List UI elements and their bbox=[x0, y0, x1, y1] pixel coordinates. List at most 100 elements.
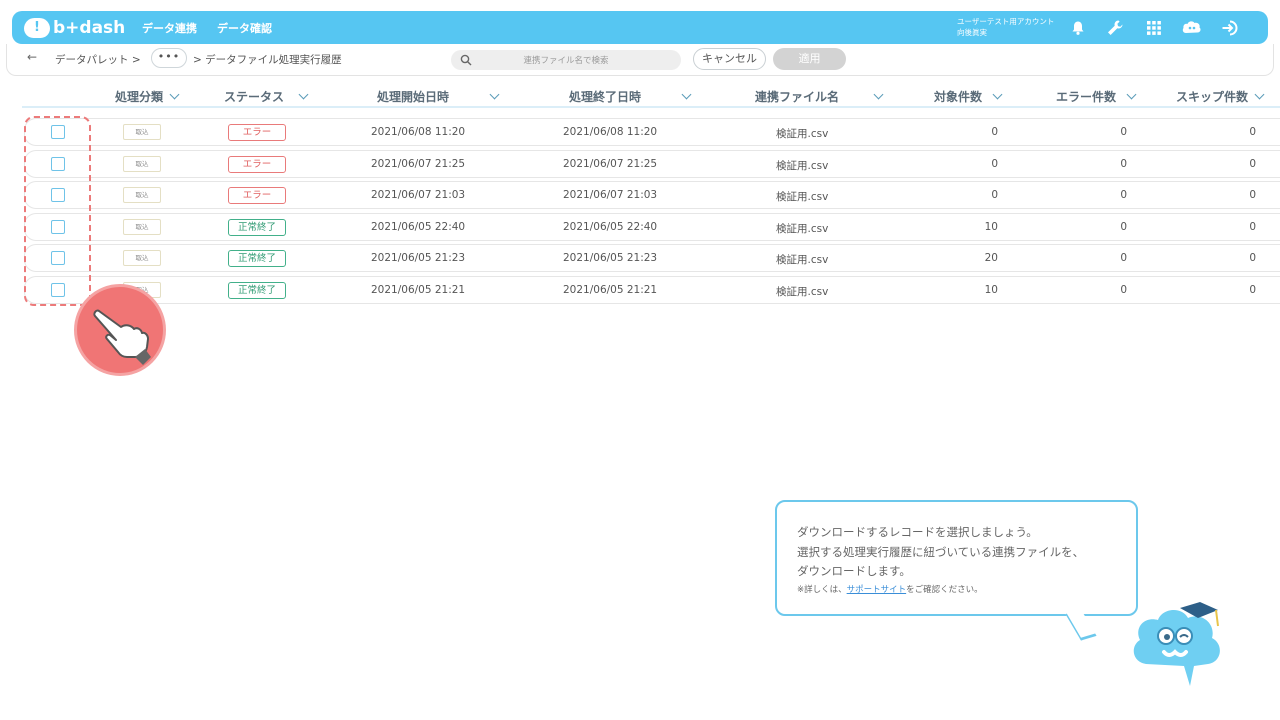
status-badge: 正常終了 bbox=[228, 282, 286, 299]
start-time: 2021/06/05 22:40 bbox=[371, 221, 466, 233]
back-arrow-icon[interactable]: ← bbox=[27, 50, 37, 64]
column-header-target-count[interactable]: 対象件数 bbox=[934, 88, 1003, 105]
logout-icon[interactable] bbox=[1218, 16, 1242, 40]
status-badge: エラー bbox=[228, 124, 286, 141]
file-name: 検証用.csv bbox=[776, 286, 829, 298]
column-header-start-time[interactable]: 処理開始日時 bbox=[377, 88, 500, 105]
chevron-down-icon bbox=[873, 89, 884, 100]
nav-data-check[interactable]: データ確認 bbox=[217, 20, 272, 36]
end-time: 2021/06/07 21:03 bbox=[563, 189, 658, 201]
chevron-down-icon bbox=[298, 89, 309, 100]
mascot-icon[interactable] bbox=[1180, 16, 1204, 40]
table-row[interactable]: 取込 エラー 2021/06/07 21:25 2021/06/07 21:25… bbox=[24, 150, 1280, 178]
target-count: 0 bbox=[991, 189, 998, 201]
column-header-file-name[interactable]: 連携ファイル名 bbox=[755, 88, 884, 105]
error-count: 0 bbox=[1120, 221, 1127, 233]
breadcrumb-current-page: > データファイル処理実行履歴 bbox=[193, 54, 342, 66]
table-row[interactable]: 取込 正常終了 2021/06/05 21:21 2021/06/05 21:2… bbox=[24, 276, 1280, 304]
logo-text: b+dash bbox=[53, 17, 126, 38]
breadcrumb-data-palette[interactable]: データパレット > bbox=[55, 52, 141, 67]
file-name: 検証用.csv bbox=[776, 254, 829, 266]
wrench-icon[interactable] bbox=[1103, 16, 1127, 40]
column-header-status[interactable]: ステータス bbox=[224, 88, 309, 105]
grid-icon[interactable] bbox=[1142, 16, 1166, 40]
file-name: 検証用.csv bbox=[776, 128, 829, 140]
status-badge: エラー bbox=[228, 187, 286, 204]
support-site-link[interactable]: サポートサイト bbox=[847, 585, 907, 595]
skip-count: 0 bbox=[1249, 221, 1256, 233]
error-count: 0 bbox=[1120, 284, 1127, 296]
app-logo[interactable]: ! b+dash bbox=[24, 17, 128, 38]
start-time: 2021/06/08 11:20 bbox=[371, 126, 466, 138]
target-count: 20 bbox=[984, 252, 998, 264]
start-time: 2021/06/05 21:23 bbox=[371, 252, 466, 264]
tooltip-line-2: 選択する処理実行履歴に紐づいている連携ファイルを、 bbox=[797, 544, 1085, 559]
status-badge: 正常終了 bbox=[228, 250, 286, 267]
error-count: 0 bbox=[1120, 126, 1127, 138]
checkbox-column-highlight bbox=[24, 116, 91, 306]
search-placeholder: 連携ファイル名で検索 bbox=[523, 56, 609, 66]
start-time: 2021/06/05 21:21 bbox=[371, 284, 466, 296]
mascot-cloud-icon bbox=[1128, 596, 1228, 692]
category-tag: 取込 bbox=[123, 124, 161, 140]
logo-cloud-icon: ! bbox=[24, 17, 50, 38]
file-name: 検証用.csv bbox=[776, 191, 829, 203]
status-badge: 正常終了 bbox=[228, 219, 286, 236]
target-count: 10 bbox=[984, 284, 998, 296]
table-row[interactable]: 取込 エラー 2021/06/08 11:20 2021/06/08 11:20… bbox=[24, 118, 1280, 146]
end-time: 2021/06/08 11:20 bbox=[563, 126, 658, 138]
tooltip-tail bbox=[1065, 609, 1097, 641]
category-tag: 取込 bbox=[123, 156, 161, 172]
table-header: 処理分類 ステータス 処理開始日時 処理終了日時 連携ファイル名 対象件数 エラ… bbox=[22, 84, 1280, 108]
account-user: 向後眞実 bbox=[957, 28, 987, 37]
start-time: 2021/06/07 21:25 bbox=[371, 158, 466, 170]
file-name: 検証用.csv bbox=[776, 223, 829, 235]
chevron-down-icon bbox=[489, 89, 500, 100]
top-navigation-bar: ! b+dash データ連携 データ確認 ユーザーテスト用アカウント 向後眞実 bbox=[12, 11, 1268, 44]
table-row[interactable]: 取込 エラー 2021/06/07 21:03 2021/06/07 21:03… bbox=[24, 181, 1280, 209]
table-row[interactable]: 取込 正常終了 2021/06/05 22:40 2021/06/05 22:4… bbox=[24, 213, 1280, 241]
table-row[interactable]: 取込 正常終了 2021/06/05 21:23 2021/06/05 21:2… bbox=[24, 244, 1280, 272]
nav-data-integration[interactable]: データ連携 bbox=[142, 20, 197, 36]
start-time: 2021/06/07 21:03 bbox=[371, 189, 466, 201]
account-name: ユーザーテスト用アカウント bbox=[957, 17, 1055, 26]
tooltip-line-1: ダウンロードするレコードを選択しましょう。 bbox=[797, 525, 1038, 539]
chevron-down-icon bbox=[169, 89, 180, 100]
tooltip-line-3: ダウンロードします。 bbox=[797, 564, 911, 578]
error-count: 0 bbox=[1120, 252, 1127, 264]
column-header-skip-count[interactable]: スキップ件数 bbox=[1176, 88, 1265, 105]
category-tag: 取込 bbox=[123, 187, 161, 203]
target-count: 10 bbox=[984, 221, 998, 233]
pointing-hand-icon bbox=[74, 284, 166, 376]
skip-count: 0 bbox=[1249, 252, 1256, 264]
breadcrumb-toolbar: ← データパレット > ••• > データファイル処理実行履歴 連携ファイル名で… bbox=[6, 44, 1274, 76]
skip-count: 0 bbox=[1249, 189, 1256, 201]
column-header-category[interactable]: 処理分類 bbox=[115, 88, 180, 105]
skip-count: 0 bbox=[1249, 158, 1256, 170]
category-tag: 取込 bbox=[123, 250, 161, 266]
file-name: 検証用.csv bbox=[776, 160, 829, 172]
end-time: 2021/06/05 22:40 bbox=[563, 221, 658, 233]
target-count: 0 bbox=[991, 126, 998, 138]
status-badge: エラー bbox=[228, 156, 286, 173]
category-tag: 取込 bbox=[123, 219, 161, 235]
column-header-end-time[interactable]: 処理終了日時 bbox=[569, 88, 692, 105]
column-header-error-count[interactable]: エラー件数 bbox=[1056, 88, 1137, 105]
tooltip-note: ※詳しくは、サポートサイトをご確認ください。 bbox=[797, 584, 983, 595]
search-input[interactable]: 連携ファイル名で検索 bbox=[451, 50, 681, 70]
bell-icon[interactable] bbox=[1066, 16, 1090, 40]
apply-button[interactable]: 適用 bbox=[773, 48, 846, 70]
end-time: 2021/06/05 21:23 bbox=[563, 252, 658, 264]
end-time: 2021/06/07 21:25 bbox=[563, 158, 658, 170]
guide-tooltip: ダウンロードするレコードを選択しましょう。 選択する処理実行履歴に紐づいている連… bbox=[775, 500, 1138, 641]
breadcrumb-more-button[interactable]: ••• bbox=[151, 48, 187, 68]
account-info[interactable]: ユーザーテスト用アカウント 向後眞実 bbox=[957, 16, 1054, 38]
error-count: 0 bbox=[1120, 158, 1127, 170]
end-time: 2021/06/05 21:21 bbox=[563, 284, 658, 296]
chevron-down-icon bbox=[1126, 89, 1137, 100]
target-count: 0 bbox=[991, 158, 998, 170]
chevron-down-icon bbox=[681, 89, 692, 100]
cancel-button[interactable]: キャンセル bbox=[693, 48, 766, 70]
skip-count: 0 bbox=[1249, 126, 1256, 138]
chevron-down-icon bbox=[1254, 89, 1265, 100]
